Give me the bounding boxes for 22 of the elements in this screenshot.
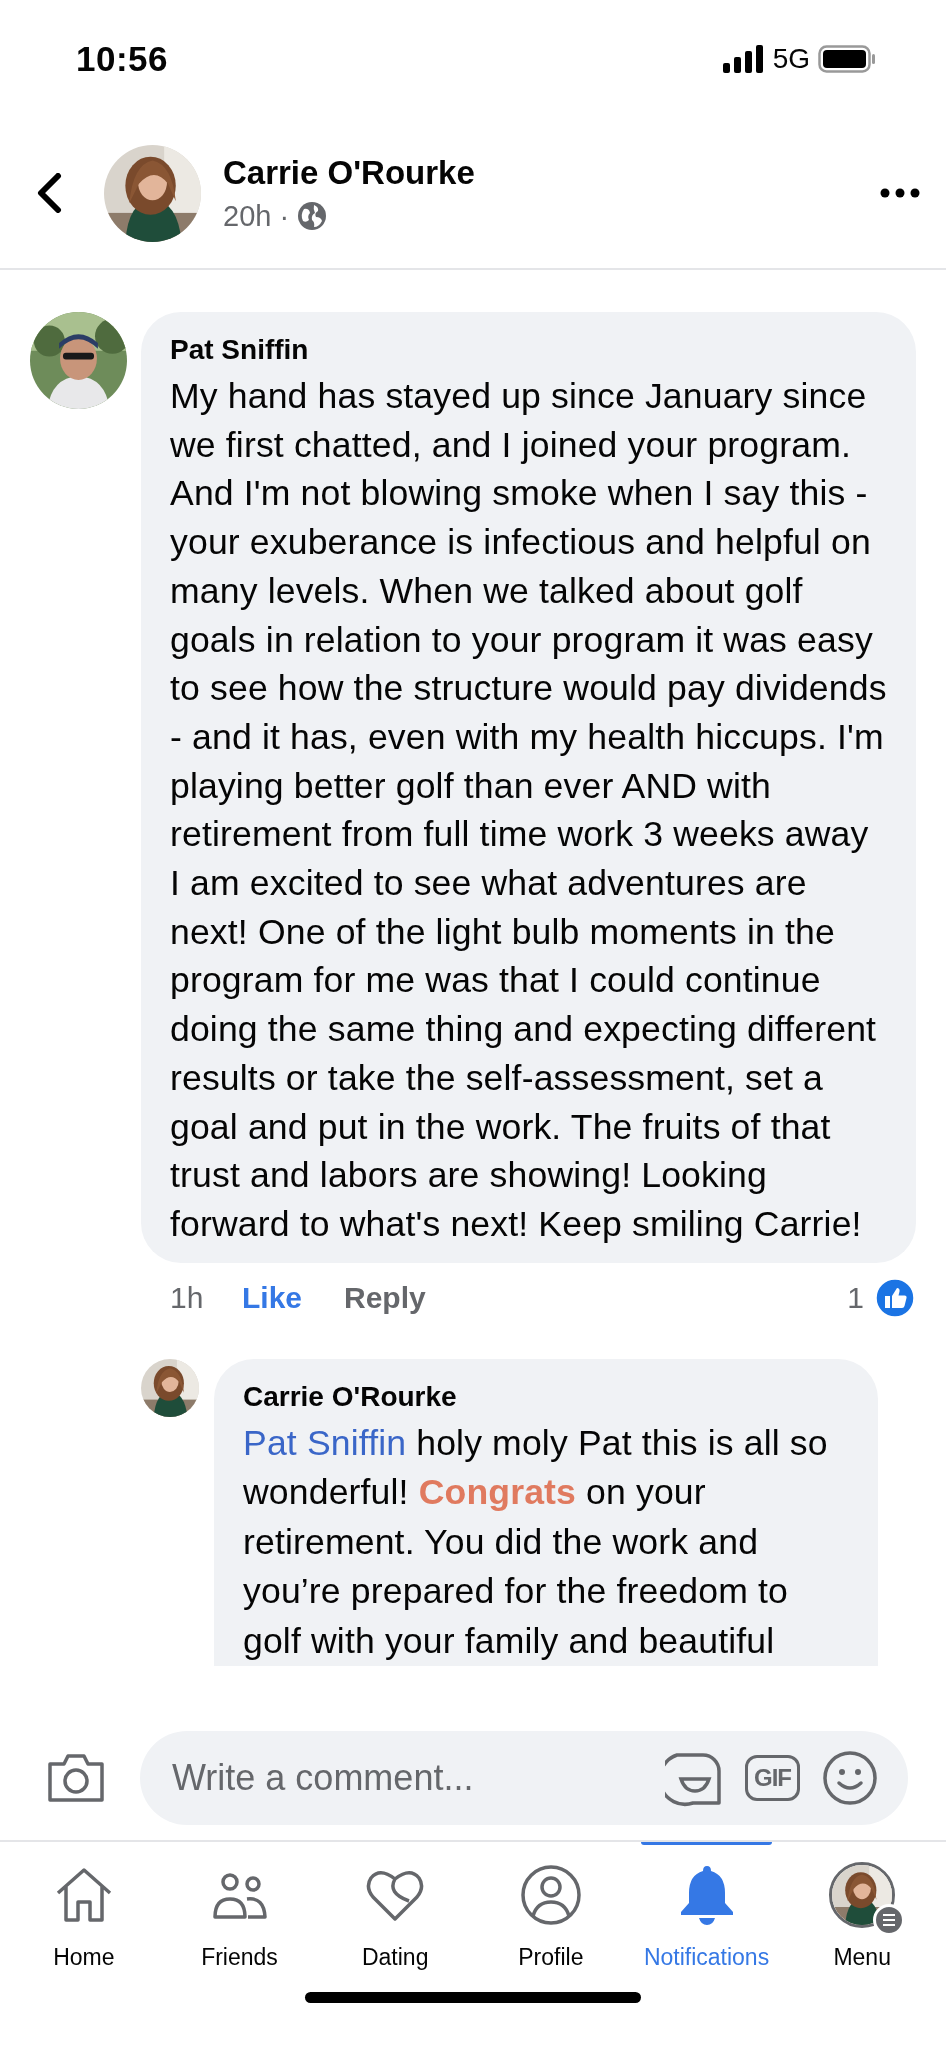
like-link[interactable]: Like — [242, 1280, 344, 1315]
nav-tab[interactable]: Menu — [784, 1842, 941, 1982]
nav-tab[interactable]: Home — [6, 1842, 162, 1982]
nav-tab[interactable]: Notifications — [628, 1842, 785, 1982]
network-label: 5G — [772, 43, 810, 75]
nav-tab[interactable]: Friends — [161, 1842, 318, 1982]
comment-text: My hand has stayed up since January since we first chatted, and I joined your program. And I'm not blowing smoke when I say this - your exuberance is infectious and helpful on many levels. When we talked about golf goals in relation to your program it was easy to see how the structure would pay dividends - and it has, even with my health hiccups. I'm playing better golf than ever AND with retirement from full time work 3 weeks away I am excited to see what adventures are next! One of the light bulb moments in the program for me was that I could continue doing the same thing and expecting different results or take the self-assessment, set a goal and put in the work. The fruits of that trust and labors are showing! Looking forward to what's next! Keep smiling Carrie! — [170, 375, 888, 1246]
clock: 10:56 — [76, 39, 170, 79]
author-name[interactable]: Carrie O'Rourke — [223, 153, 880, 192]
gif-button[interactable]: GIF — [745, 1755, 800, 1801]
reply-text: Pat Sniffin holy moly Pat this is all so wonderful! Congrats on your retirement. You did the work and you’re prepared for the freedom to golf with your family and beautiful — [243, 1421, 829, 1663]
nav-tab[interactable]: Dating — [317, 1842, 473, 1982]
comment-field[interactable]: Write a comment... GIF — [140, 1731, 908, 1825]
comment-time: 1h — [170, 1280, 205, 1315]
nav-tab[interactable]: Profile — [473, 1842, 629, 1982]
reply-link[interactable]: Reply — [344, 1280, 848, 1315]
reaction-count: 1 — [847, 1280, 864, 1315]
post-time: 20h — [223, 199, 272, 233]
mention-link[interactable]: Pat Sniffin — [243, 1422, 407, 1463]
commenter-name[interactable]: Carrie O'Rourke — [243, 1380, 850, 1413]
separator-dot: · — [279, 199, 290, 233]
commenter-name[interactable]: Pat Sniffin — [170, 334, 888, 366]
